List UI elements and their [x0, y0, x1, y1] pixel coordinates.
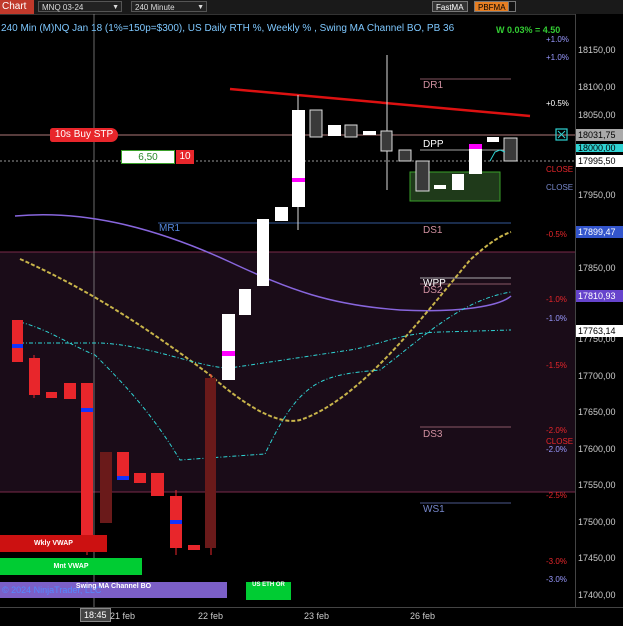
price-tick: 18100,00	[578, 82, 616, 92]
us-eth-or-box: US ETH OR	[246, 582, 291, 600]
wkly-vwap-box: Wkly VWAP	[0, 535, 107, 552]
close-label: CLOSE	[546, 165, 574, 174]
order-count-badge[interactable]: 10	[176, 150, 194, 164]
ma-price-tag: 17810,93	[576, 290, 623, 302]
date-label: 26 feb	[410, 611, 436, 621]
fastma-button[interactable]: FastMA	[432, 1, 468, 12]
instrument-value: MNQ 03-24	[42, 3, 84, 12]
price-tick: 17950,00	[578, 190, 616, 200]
interval-dropdown[interactable]: 240 Minute ▼	[131, 1, 207, 12]
mnt-vwap-box: Mnt VWAP	[0, 558, 142, 575]
dpp-price-tag: 17995,50	[576, 155, 623, 167]
pct-label: -2.0%	[546, 426, 567, 435]
date-label: 23 feb	[304, 611, 330, 621]
trend-line[interactable]	[229, 87, 531, 118]
pct-label: -1.0%	[546, 314, 567, 323]
level-ds3: DS3	[423, 429, 443, 440]
pct-label: +1.0%	[546, 53, 569, 62]
level-dr1: DR1	[423, 80, 444, 91]
price-tick: 17600,00	[578, 444, 616, 454]
instrument-dropdown[interactable]: MNQ 03-24 ▼	[38, 1, 122, 12]
price-tick: 18050,00	[578, 110, 616, 120]
chart-info-line: 240 Min (M)NQ Jan 18 (1%=150p=$300), US …	[1, 23, 455, 34]
close-label: CLOSE	[546, 183, 574, 192]
level-ds2: DS2	[423, 285, 443, 296]
date-label: 21 feb	[110, 611, 136, 621]
date-label: 22 feb	[198, 611, 224, 621]
level-mr1: MR1	[159, 223, 181, 234]
level-ds1: DS1	[423, 225, 443, 236]
pct-label: +1.0%	[546, 35, 569, 44]
level-dpp: DPP	[423, 139, 444, 150]
pct-label: -3.0%	[546, 557, 567, 566]
mr1-price-tag: 17899,47	[576, 226, 623, 238]
pct-label: +0.5%	[546, 99, 569, 108]
price-chart[interactable]	[0, 14, 575, 607]
price-tick: 17650,00	[578, 407, 616, 417]
last-price-tag: 18031,75	[576, 129, 623, 141]
pct-label: -2.0%	[546, 445, 567, 454]
pbfma-button[interactable]: PBFMA	[474, 1, 510, 12]
weekly-percent-label: W 0.03% = 4.50	[496, 25, 561, 35]
price-tick: 17450,00	[578, 553, 616, 563]
toolbar: Chart MNQ 03-24 ▼ 240 Minute ▼ FastMA PB…	[0, 0, 623, 15]
cursor-time-label: 18:45	[80, 608, 111, 622]
buy-stop-order-label[interactable]: 10s Buy STP	[50, 128, 118, 142]
chevron-down-icon: ▼	[112, 4, 119, 11]
chevron-down-icon: ▼	[197, 4, 204, 11]
price-tick: 17850,00	[578, 263, 616, 273]
price-tick: 17550,00	[578, 480, 616, 490]
pct-label: -1.0%	[546, 295, 567, 304]
copyright-text: © 2024 NinjaTrader, LLC	[2, 585, 102, 595]
interval-value: 240 Minute	[135, 3, 175, 12]
price-tick: 17500,00	[578, 517, 616, 527]
pct-label: -3.0%	[546, 575, 567, 584]
chart-tab[interactable]: Chart	[0, 0, 35, 14]
channel-price-tag: 18000,00	[576, 144, 623, 152]
price-tick: 18150,00	[578, 45, 616, 55]
level-ws1: WS1	[423, 504, 445, 515]
pct-label: -2.5%	[546, 491, 567, 500]
pct-label: -0.5%	[546, 230, 567, 239]
channel-upper-price-tag: 17763,14	[576, 325, 623, 337]
price-tick: 17700,00	[578, 371, 616, 381]
price-tick: 17400,00	[578, 590, 616, 600]
toolbar-extra-button[interactable]	[508, 1, 516, 12]
pct-label: -1.5%	[546, 361, 567, 370]
order-qty-field[interactable]: 6,50	[121, 150, 175, 164]
